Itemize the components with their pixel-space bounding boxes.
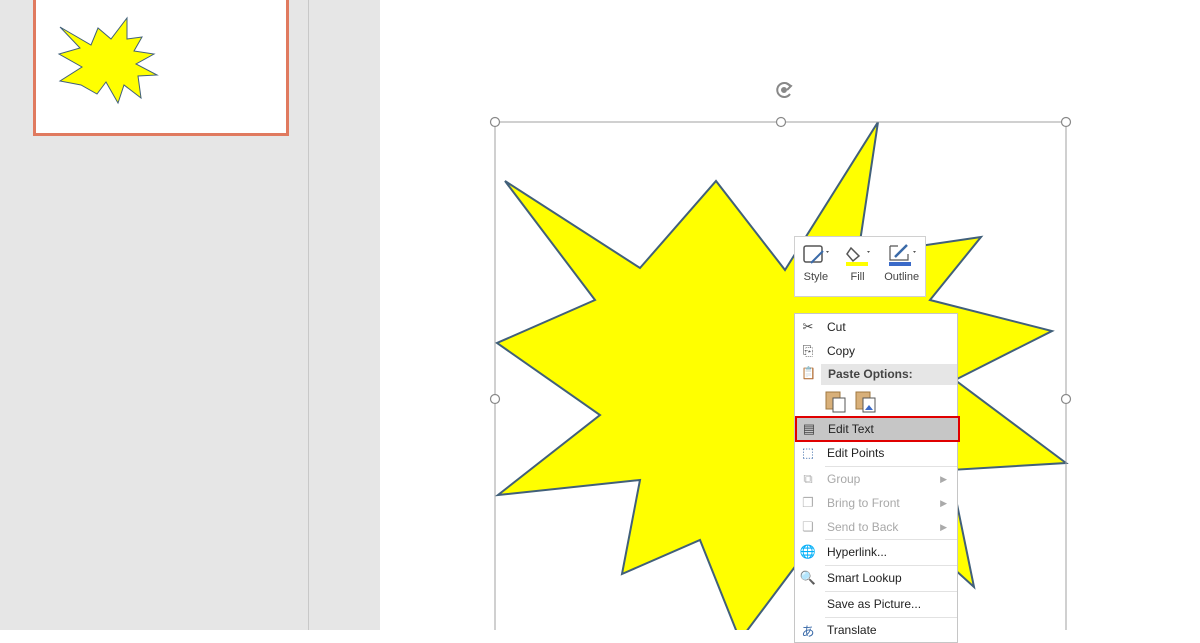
scissors-icon: ✂: [802, 319, 814, 334]
mini-toolbar: Style Fill Outline: [794, 236, 926, 297]
group-icon: ⧉: [803, 471, 813, 486]
menu-label: Edit Text: [828, 422, 874, 436]
menu-item-hyperlink[interactable]: 🌐 Hyperlink...: [795, 540, 957, 564]
edit-points-icon: ⬚: [801, 445, 815, 460]
menu-item-group[interactable]: ⧉ Group ▶: [795, 467, 957, 491]
menu-item-edit-points[interactable]: ⬚ Edit Points: [795, 441, 957, 465]
menu-label: Copy: [827, 344, 856, 358]
smart-lookup-icon: 🔍: [799, 570, 817, 585]
outline-pen-icon: [888, 244, 916, 266]
paste-as-picture-icon[interactable]: [855, 389, 877, 413]
outline-label: Outline: [884, 271, 920, 283]
menu-item-bring-to-front[interactable]: ❐ Bring to Front ▶: [795, 491, 957, 515]
selected-starburst-shape[interactable]: [0, 0, 1200, 630]
menu-label: Cut: [827, 320, 846, 334]
menu-label: Bring to Front: [827, 496, 900, 510]
menu-label: Edit Points: [827, 446, 885, 460]
shape-style-icon: [803, 245, 829, 264]
submenu-arrow-icon: ▶: [940, 497, 947, 508]
translate-icon: あ: [801, 623, 815, 639]
resize-handle-nw: [489, 116, 501, 128]
fill-label: Fill: [850, 271, 865, 283]
paste-keep-formatting-icon[interactable]: [825, 389, 847, 413]
paste-options-header: Paste Options:: [821, 364, 957, 385]
outline-button[interactable]: Outline: [884, 243, 919, 296]
menu-item-translate[interactable]: あ Translate: [795, 618, 957, 642]
rotate-handle-icon: [776, 82, 793, 98]
submenu-arrow-icon: ▶: [940, 521, 947, 532]
style-button[interactable]: Style: [801, 243, 831, 296]
send-to-back-icon: ❏: [802, 519, 814, 534]
context-menu: ✂ Cut ⎘ Copy 📋 Paste Options: ▤ Edit Text ⬚…: [794, 313, 960, 643]
resize-handle-w: [489, 393, 501, 405]
copy-icon: ⎘: [802, 343, 814, 358]
menu-item-send-to-back[interactable]: ❏ Send to Back ▶: [795, 515, 957, 539]
menu-item-edit-text[interactable]: ▤ Edit Text: [795, 416, 960, 442]
edit-text-icon: ▤: [802, 421, 816, 436]
menu-label: Smart Lookup: [827, 571, 902, 585]
fill-button[interactable]: Fill: [843, 243, 873, 296]
menu-item-smart-lookup[interactable]: 🔍 Smart Lookup: [795, 566, 957, 590]
fill-bucket-icon: [845, 246, 870, 266]
menu-label: Hyperlink...: [827, 545, 888, 559]
menu-label: Send to Back: [827, 520, 899, 534]
hyperlink-icon: 🌐: [799, 544, 817, 559]
resize-handle-n: [775, 116, 787, 128]
submenu-arrow-icon: ▶: [940, 473, 947, 484]
menu-item-copy[interactable]: ⎘ Copy: [795, 339, 957, 363]
style-label: Style: [803, 271, 829, 283]
menu-label: Save as Picture...: [827, 597, 922, 611]
menu-item-cut[interactable]: ✂ Cut: [795, 315, 957, 339]
resize-handle-ne: [1060, 116, 1072, 128]
menu-label: Translate: [827, 623, 877, 637]
bring-to-front-icon: ❐: [802, 495, 814, 510]
resize-handle-e: [1060, 393, 1072, 405]
menu-item-save-as-picture[interactable]: Save as Picture...: [795, 592, 957, 616]
clipboard-icon: 📋: [801, 366, 816, 380]
menu-label: Group: [827, 472, 861, 486]
